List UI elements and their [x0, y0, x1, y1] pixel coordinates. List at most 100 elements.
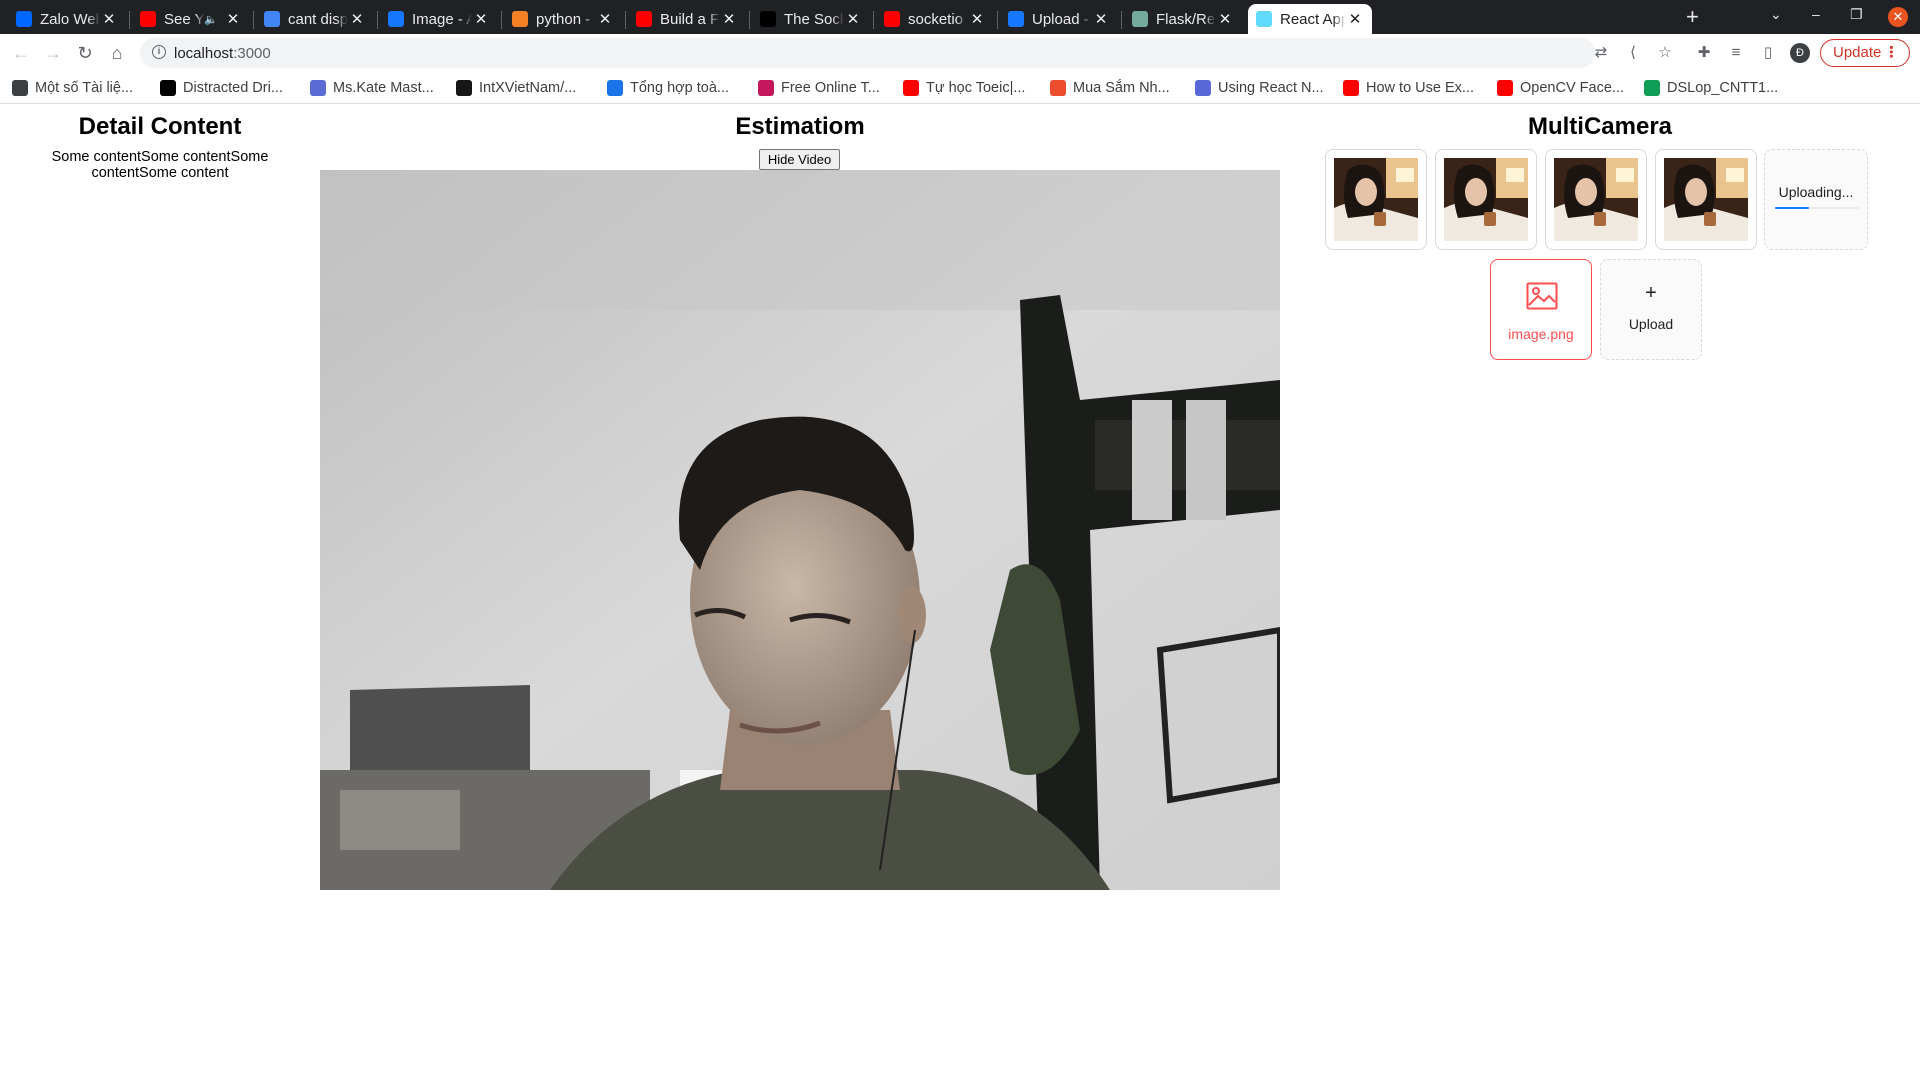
tab-item[interactable]: Upload - Ant Design✕	[1000, 4, 1118, 34]
bookmark-item[interactable]: Free Online T...	[758, 78, 880, 98]
reading-list-icon[interactable]: ≡	[1726, 43, 1746, 63]
tab-label: cant display image	[288, 10, 348, 28]
profile-avatar[interactable]: Đ	[1790, 43, 1810, 63]
bookmark-item[interactable]: Một số Tài liệ...	[12, 78, 133, 98]
speaker-icon[interactable]: 🔈	[204, 13, 218, 26]
uploading-text: Uploading...	[1778, 184, 1854, 200]
zalo-icon	[16, 11, 32, 27]
upload-button[interactable]: + Upload	[1600, 259, 1702, 360]
tab-label: The Socket io	[784, 10, 844, 28]
address-bar[interactable]: i localhost:3000	[140, 38, 1595, 68]
tab-close-icon[interactable]: ✕	[596, 10, 614, 28]
window-close-icon[interactable]: ✕	[1888, 7, 1908, 27]
tab-close-icon[interactable]: ✕	[224, 10, 242, 28]
webcam-video	[320, 170, 1280, 890]
bookmark-item[interactable]: How to Use Ex...	[1343, 78, 1474, 98]
tab-close-icon[interactable]: ✕	[1216, 10, 1234, 28]
bookmark-item[interactable]: Tổng hợp toà...	[607, 78, 729, 98]
picture-icon	[1526, 282, 1558, 315]
thumbnail-card[interactable]	[1325, 149, 1427, 250]
multicamera-title: MultiCamera	[1527, 113, 1673, 140]
hide-video-button[interactable]: Hide Video	[759, 149, 840, 170]
thumbnail-image	[1334, 158, 1418, 241]
tab-close-icon[interactable]: ✕	[720, 10, 738, 28]
tab-item[interactable]: Build a Flask✕	[628, 4, 746, 34]
tab-active[interactable]: React App ✕	[1248, 4, 1372, 34]
new-tab-button[interactable]: +	[1686, 6, 1699, 28]
forward-button[interactable]: →	[41, 41, 65, 65]
translate-icon[interactable]: ⇄	[1591, 43, 1611, 63]
back-button[interactable]: ←	[9, 41, 33, 65]
site-info-icon[interactable]: i	[152, 45, 166, 59]
tab-close-icon[interactable]: ✕	[1346, 10, 1364, 28]
antdesign-icon	[1008, 11, 1024, 27]
estimation-title: Estimatiom	[735, 113, 865, 140]
bookmark-star-icon[interactable]: ☆	[1655, 43, 1675, 63]
tab-close-icon[interactable]: ✕	[100, 10, 118, 28]
tab-item[interactable]: Image - Ant Design✕	[380, 4, 498, 34]
share-icon[interactable]: ⟨	[1623, 43, 1643, 63]
tab-item[interactable]: Flask/React✕	[1124, 4, 1242, 34]
tab-label: Upload - Ant Design	[1032, 10, 1092, 28]
tonghop-icon	[607, 80, 623, 96]
bookmark-item[interactable]: Tự học Toeic|...	[903, 78, 1025, 98]
tab-close-icon[interactable]: ✕	[472, 10, 490, 28]
minimize-icon[interactable]: –	[1812, 6, 1820, 22]
tab-separator	[253, 11, 254, 29]
error-file-card[interactable]: image.png	[1490, 259, 1592, 360]
kate-icon	[310, 80, 326, 96]
tab-search-icon[interactable]: ⌄	[1770, 6, 1782, 23]
bookmark-item[interactable]: DSLop_CNTT1...	[1644, 78, 1778, 98]
side-panel-icon[interactable]: ▯	[1758, 43, 1778, 63]
youtube-icon	[1497, 80, 1513, 96]
thumbnail-card[interactable]	[1545, 149, 1647, 250]
tab-item[interactable]: The Socket io✕	[752, 4, 870, 34]
tab-item[interactable]: cant display image✕	[256, 4, 374, 34]
tab-close-icon[interactable]: ✕	[968, 10, 986, 28]
react-icon	[1256, 11, 1272, 27]
google-icon	[264, 11, 280, 27]
reload-button[interactable]: ↻	[73, 41, 97, 65]
extensions-icon[interactable]: ✚	[1694, 43, 1714, 63]
bookmark-label: Distracted Dri...	[183, 80, 283, 96]
url-text[interactable]: localhost:3000	[174, 45, 271, 62]
tab-close-icon[interactable]: ✕	[348, 10, 366, 28]
bookmark-item[interactable]: Using React N...	[1195, 78, 1324, 98]
youtube-icon	[903, 80, 919, 96]
thumbnail-card[interactable]	[1435, 149, 1537, 250]
bookmark-item[interactable]: Mua Sắm Nh...	[1050, 78, 1170, 98]
tab-item[interactable]: Zalo Web ✕	[8, 4, 126, 34]
tab-close-icon[interactable]: ✕	[844, 10, 862, 28]
bookmark-item[interactable]: OpenCV Face...	[1497, 78, 1624, 98]
tab-close-icon[interactable]: ✕	[1092, 10, 1110, 28]
bookmark-item[interactable]: IntXVietNam/...	[456, 78, 576, 98]
uploading-card: Uploading...	[1764, 149, 1868, 250]
tab-label: Image - Ant Design	[412, 10, 472, 28]
tab-separator	[997, 11, 998, 29]
tab-strip: Zalo Web✕See You Again🔈✕cant display ima…	[0, 0, 1920, 34]
bookmark-label: How to Use Ex...	[1366, 80, 1474, 96]
tab-item[interactable]: socketio with✕	[876, 4, 994, 34]
bookmark-label: Mua Sắm Nh...	[1073, 80, 1170, 96]
tab-separator	[129, 11, 130, 29]
thumbnail-image	[1444, 158, 1528, 241]
bookmark-item[interactable]: Distracted Dri...	[160, 78, 283, 98]
thumbnail-image	[1554, 158, 1638, 241]
restore-icon[interactable]: ❐	[1850, 6, 1863, 23]
thumbnail-photo	[1334, 158, 1418, 241]
update-button[interactable]: Update ⋮	[1820, 39, 1910, 67]
tab-separator	[625, 11, 626, 29]
upload-progress-bar	[1775, 207, 1859, 209]
youtube-icon	[1343, 80, 1359, 96]
bookmark-label: Một số Tài liệ...	[35, 80, 134, 96]
tab-item[interactable]: See You Again🔈 ✕	[132, 4, 250, 34]
tab-item[interactable]: python - "TypeError✕	[504, 4, 622, 34]
bookmark-item[interactable]: Ms.Kate Mast...	[310, 78, 434, 98]
tab-label: Build a Flask	[660, 10, 720, 28]
thumbnail-photo	[1664, 158, 1748, 241]
thumbnail-card[interactable]	[1655, 149, 1757, 250]
tab-label: React App	[1280, 10, 1346, 28]
home-button[interactable]: ⌂	[105, 41, 129, 65]
thumbnail-photo	[1554, 158, 1638, 241]
upload-progress-fill	[1775, 207, 1809, 209]
